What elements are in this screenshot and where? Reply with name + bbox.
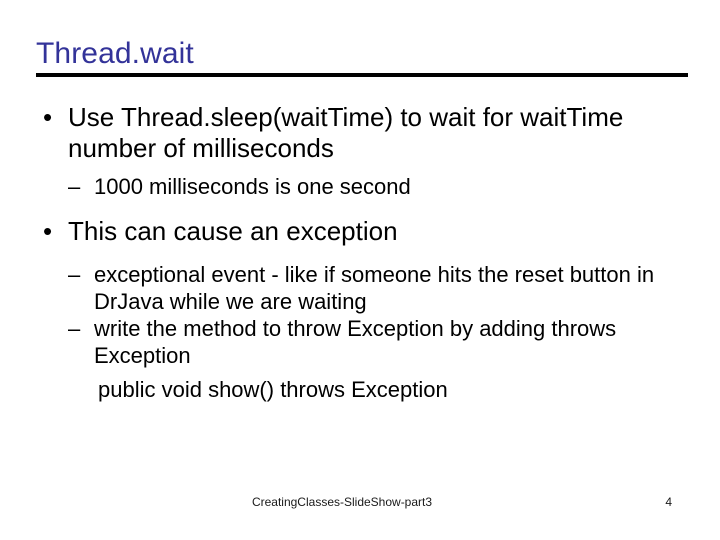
bullet-item-3: • This can cause an exception (38, 216, 686, 247)
dash-marker-icon: – (68, 174, 81, 199)
dash-marker-icon: – (68, 262, 81, 287)
page-number: 4 (665, 495, 672, 509)
bullet-text: Use Thread.sleep(waitTime) to wait for w… (68, 102, 624, 163)
slide: Thread.wait • Use Thread.sleep(waitTime)… (0, 0, 720, 540)
dash-marker-icon: – (68, 316, 81, 341)
bullet-marker-icon: • (43, 102, 53, 132)
bullet-item-1: • Use Thread.sleep(waitTime) to wait for… (38, 102, 686, 164)
footer: CreatingClasses-SlideShow-part3 4 (36, 494, 688, 514)
title-block: Thread.wait (36, 36, 688, 72)
bullet-item-2: – 1000 milliseconds is one second (38, 173, 686, 200)
page-title: Thread.wait (36, 37, 194, 70)
bullet-text: This can cause an exception (68, 216, 398, 246)
body-content: • Use Thread.sleep(waitTime) to wait for… (38, 102, 686, 403)
bullet-item-4: – exceptional event - like if someone hi… (38, 261, 686, 315)
bullet-marker-icon: • (43, 216, 53, 246)
code-line-item: public void show() throws Exception (38, 376, 686, 403)
bullet-text: 1000 milliseconds is one second (94, 174, 411, 199)
bullet-item-5: – write the method to throw Exception by… (38, 315, 686, 369)
bullet-text: exceptional event - like if someone hits… (94, 262, 655, 314)
footer-label: CreatingClasses-SlideShow-part3 (251, 495, 433, 509)
code-text: public void show() throws Exception (98, 377, 448, 402)
bullet-text: write the method to throw Exception by a… (94, 316, 617, 368)
title-underline-rule (36, 73, 688, 77)
